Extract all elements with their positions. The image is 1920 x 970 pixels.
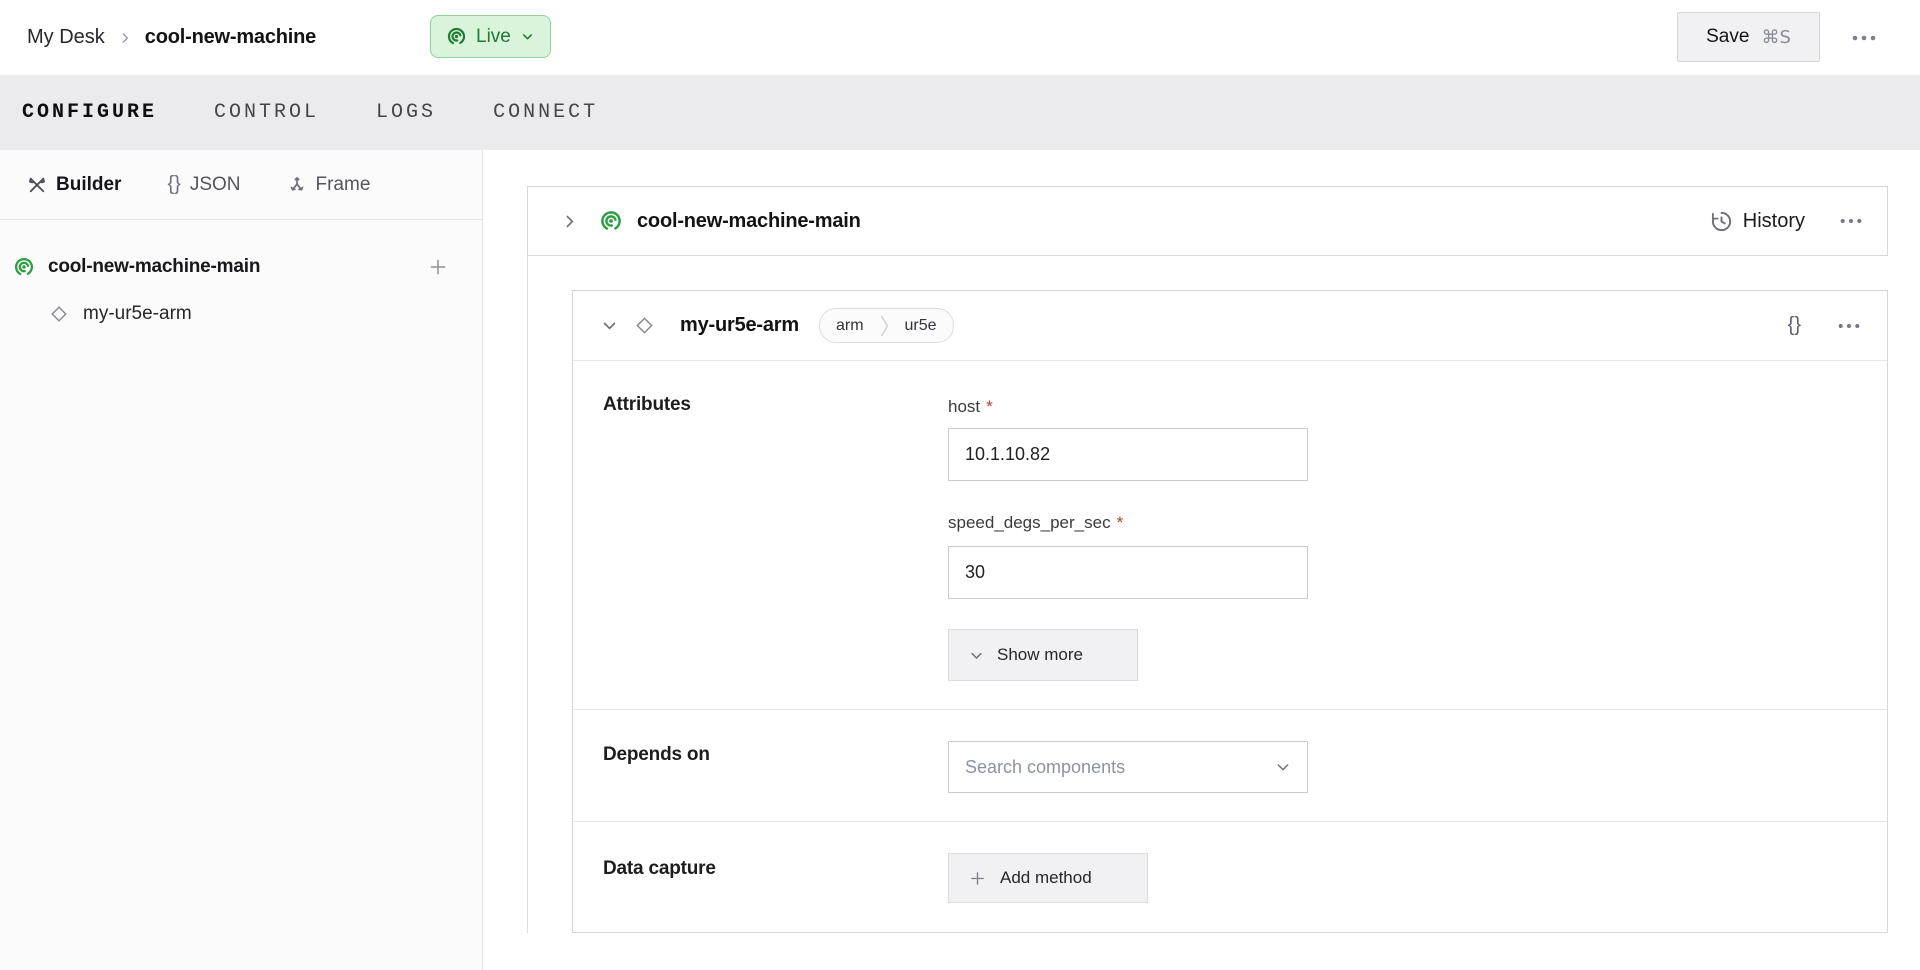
- component-card-menu-button[interactable]: [1837, 322, 1861, 330]
- component-title: my-ur5e-arm: [680, 314, 799, 337]
- viam-rings-icon: [13, 256, 35, 278]
- tab-logs[interactable]: LOGS: [376, 101, 436, 124]
- tab-control[interactable]: CONTROL: [214, 101, 319, 124]
- show-more-button[interactable]: Show more: [948, 629, 1138, 681]
- badge-divider-chevron-icon: [880, 315, 889, 337]
- add-component-button[interactable]: [428, 257, 448, 277]
- component-card-my-ur5e-arm: my-ur5e-arm arm ur5e {} Attributes host …: [572, 290, 1888, 933]
- section-divider: [573, 821, 1887, 822]
- viam-rings-icon: [446, 26, 467, 47]
- mode-frame-label: Frame: [316, 174, 371, 196]
- chevron-down-icon: [1275, 759, 1291, 775]
- mode-frame[interactable]: Frame: [287, 174, 371, 196]
- live-status-dropdown[interactable]: Live: [430, 15, 551, 58]
- save-button[interactable]: Save ⌘S: [1677, 12, 1820, 62]
- breadcrumb: My Desk cool-new-machine: [27, 0, 316, 75]
- show-more-label: Show more: [997, 645, 1083, 665]
- mode-json[interactable]: {} JSON: [167, 173, 240, 196]
- component-card-header: my-ur5e-arm arm ur5e {}: [573, 291, 1887, 361]
- field-name: speed_degs_per_sec: [948, 513, 1111, 533]
- tab-configure[interactable]: CONFIGURE: [22, 101, 157, 124]
- machine-part-title: cool-new-machine-main: [637, 210, 861, 233]
- attributes-section-label: Attributes: [603, 394, 691, 416]
- tree-item-my-ur5e-arm[interactable]: my-ur5e-arm: [0, 290, 482, 338]
- live-status-label: Live: [476, 26, 511, 48]
- ellipsis-icon: [1837, 322, 1861, 330]
- history-clock-icon: [1710, 210, 1733, 233]
- breadcrumb-current: cool-new-machine: [145, 26, 316, 49]
- machine-card-menu-button[interactable]: [1839, 217, 1863, 225]
- chevron-down-icon: [969, 648, 984, 663]
- host-field-label: host *: [948, 397, 993, 417]
- depends-on-section-label: Depends on: [603, 744, 710, 766]
- curly-braces-icon: {}: [167, 173, 180, 196]
- host-input[interactable]: [948, 428, 1308, 481]
- primary-tab-bar: CONFIGURE CONTROL LOGS CONNECT: [0, 75, 1920, 150]
- expand-chevron-right-icon[interactable]: [561, 213, 578, 230]
- view-mode-switcher: Builder {} JSON Frame: [0, 150, 482, 220]
- speed-field-label: speed_degs_per_sec *: [948, 513, 1123, 533]
- component-card-body: Attributes host * speed_degs_per_sec * S…: [573, 361, 1887, 932]
- history-button[interactable]: History: [1710, 210, 1805, 233]
- required-asterisk: *: [986, 397, 993, 417]
- breadcrumb-parent-link[interactable]: My Desk: [27, 26, 105, 49]
- required-asterisk: *: [1117, 513, 1124, 533]
- data-capture-section-label: Data capture: [603, 858, 716, 880]
- breadcrumb-chevron-icon: [118, 31, 132, 45]
- section-divider: [573, 709, 1887, 710]
- top-bar: My Desk cool-new-machine Live: [0, 0, 1920, 75]
- overflow-menu-button[interactable]: [1842, 26, 1886, 50]
- tree-item-label: my-ur5e-arm: [83, 303, 192, 325]
- history-button-label: History: [1743, 210, 1805, 233]
- collapse-chevron-down-icon[interactable]: [601, 317, 618, 334]
- component-type-badge: arm ur5e: [819, 308, 954, 343]
- add-method-button[interactable]: Add method: [948, 853, 1148, 903]
- depends-on-placeholder: Search components: [965, 757, 1125, 778]
- field-name: host: [948, 397, 980, 417]
- machine-part-card: cool-new-machine-main History: [527, 186, 1888, 256]
- tab-connect[interactable]: CONNECT: [493, 101, 598, 124]
- depends-on-select[interactable]: Search components: [948, 741, 1308, 793]
- plus-icon: [428, 257, 448, 277]
- ellipsis-icon: [1839, 217, 1863, 225]
- mode-builder[interactable]: Builder: [27, 174, 121, 196]
- save-button-label: Save: [1706, 26, 1749, 48]
- viam-rings-icon: [599, 209, 623, 233]
- add-method-label: Add method: [1000, 868, 1092, 888]
- tools-icon: [27, 175, 47, 195]
- mode-builder-label: Builder: [56, 174, 121, 196]
- tree-connector-rail: [527, 256, 528, 933]
- axes-icon: [287, 175, 307, 195]
- ellipsis-icon: [1851, 34, 1877, 42]
- plus-icon: [969, 870, 986, 887]
- machine-config-page: My Desk cool-new-machine Live: [0, 0, 1920, 970]
- speed-degs-per-sec-input[interactable]: [948, 546, 1308, 599]
- config-sidebar: Builder {} JSON Frame: [0, 150, 483, 970]
- badge-type: arm: [820, 309, 880, 342]
- diamond-icon: [635, 316, 654, 335]
- component-tree: cool-new-machine-main my-ur5e-arm: [0, 220, 482, 338]
- diamond-icon: [50, 305, 68, 323]
- save-shortcut-hint: ⌘S: [1761, 27, 1790, 48]
- badge-model: ur5e: [889, 309, 953, 342]
- mode-json-label: JSON: [190, 174, 241, 196]
- chevron-down-icon: [520, 29, 535, 44]
- tree-item-machine-main[interactable]: cool-new-machine-main: [0, 244, 482, 290]
- tree-item-label: cool-new-machine-main: [48, 256, 260, 278]
- view-json-button[interactable]: {}: [1788, 314, 1801, 337]
